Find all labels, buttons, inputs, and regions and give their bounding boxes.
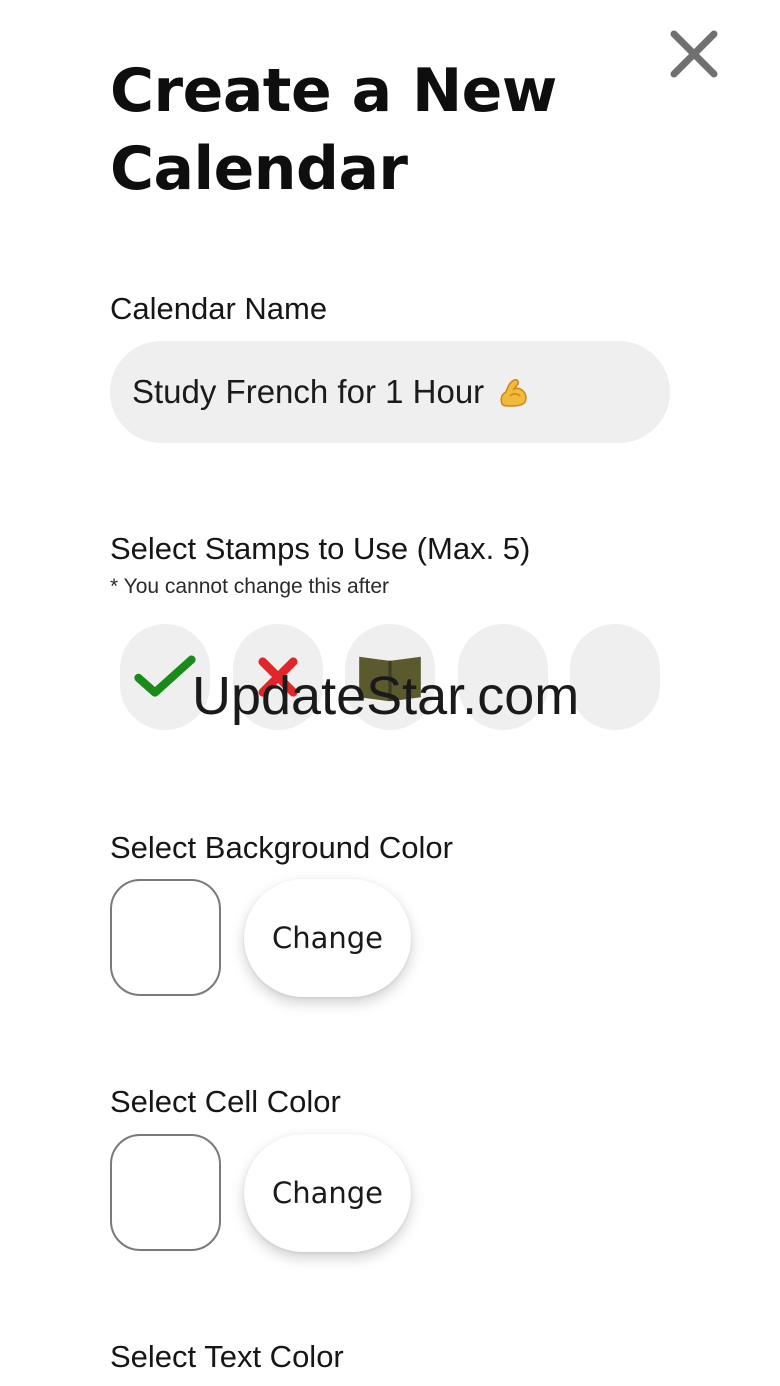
background-color-label: Select Background Color — [110, 830, 453, 865]
close-icon — [670, 30, 718, 78]
calendar-name-value: Study French for 1 Hour — [132, 373, 485, 410]
background-color-change-button[interactable]: Change — [244, 879, 411, 997]
background-color-swatch[interactable] — [110, 879, 221, 996]
stamps-note: * You cannot change this after — [110, 575, 390, 598]
close-button[interactable] — [664, 24, 724, 84]
cell-color-change-button[interactable]: Change — [244, 1134, 411, 1252]
text-color-label: Select Text Color — [110, 1339, 344, 1374]
calendar-name-input[interactable]: Study French for 1 Hour — [110, 341, 670, 443]
cross-mark-icon — [258, 657, 298, 697]
page-title: Create a New Calendar — [110, 56, 557, 204]
stamps-label: Select Stamps to Use (Max. 5) — [110, 531, 531, 566]
cell-color-swatch[interactable] — [110, 1134, 221, 1251]
open-book-icon — [359, 656, 421, 702]
stamp-slot-check[interactable] — [120, 624, 210, 730]
stamp-slot-book[interactable] — [345, 624, 435, 730]
stamp-slot-empty-5[interactable] — [570, 624, 660, 730]
stamp-row — [120, 624, 680, 730]
check-mark-icon — [134, 655, 196, 697]
calendar-name-label: Calendar Name — [110, 291, 328, 326]
flexed-biceps-icon — [496, 374, 532, 410]
cell-color-label: Select Cell Color — [110, 1084, 341, 1119]
stamp-slot-cross[interactable] — [233, 624, 323, 730]
stamp-slot-empty-4[interactable] — [458, 624, 548, 730]
